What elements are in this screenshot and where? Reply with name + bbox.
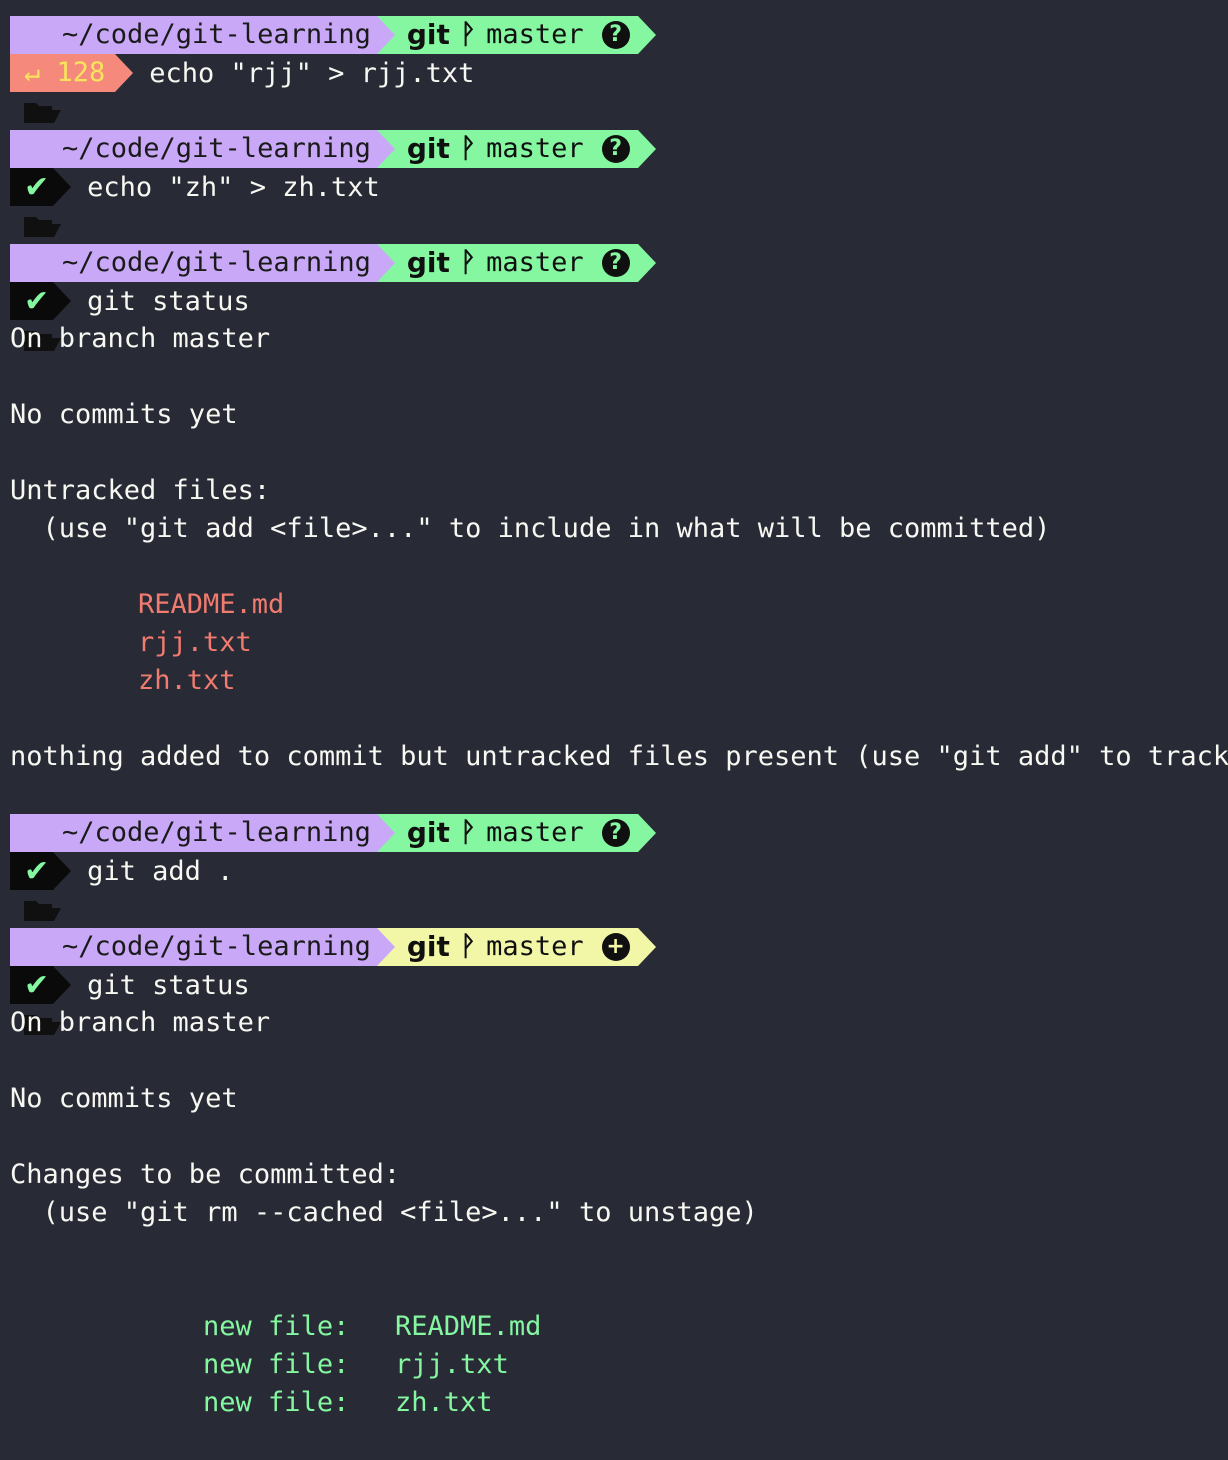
output-line: (use "git add <file>..." to include in w…	[10, 513, 1051, 544]
output-line: No commits yet	[10, 399, 238, 430]
git-label: git	[406, 930, 450, 963]
path-label: ~/code/git-learning	[62, 817, 371, 848]
segment-separator	[376, 244, 395, 282]
git-label: git	[406, 816, 450, 849]
git-label: git	[406, 246, 450, 279]
output-line: On branch master	[10, 323, 271, 354]
folder-open-icon	[22, 251, 62, 351]
command-line: ✔ git add .	[0, 852, 1228, 890]
output-line: (use "git rm --cached <file>..." to unst…	[10, 1197, 758, 1228]
segment-separator	[376, 928, 395, 966]
command-line: ↵ 128 echo "rjj" > rjj.txt	[0, 54, 1228, 92]
staged-file-row: new file: zh.txt	[0, 1346, 1228, 1418]
segment-separator	[637, 814, 656, 852]
path-segment: ~/code/git-learning	[10, 130, 377, 237]
command-text: echo "rjj" > rjj.txt	[149, 57, 475, 89]
command-line: ✔ echo "zh" > zh.txt	[0, 168, 1228, 206]
branch-label: master	[486, 931, 584, 962]
segment-separator	[376, 16, 395, 54]
folder-open-icon	[22, 23, 62, 123]
prompt-line: ~/code/git-learning git ᚹ master ?	[0, 814, 1228, 921]
untracked-file: README.md	[138, 589, 285, 620]
branch-icon: ᚹ	[459, 133, 477, 164]
branch-icon: ᚹ	[459, 247, 477, 278]
terminal-window[interactable]: ~/code/git-learning git ᚹ master ? ↵ 128…	[0, 0, 1228, 1418]
branch-label: master	[486, 19, 584, 50]
path-label: ~/code/git-learning	[62, 931, 371, 962]
output-line: nothing added to commit but untracked fi…	[10, 741, 1228, 772]
folder-open-icon	[22, 821, 62, 921]
segment-separator	[376, 130, 395, 168]
path-segment: ~/code/git-learning	[10, 16, 377, 123]
folder-open-icon	[22, 137, 62, 237]
git-segment: git ᚹ master ?	[394, 814, 638, 852]
path-segment: ~/code/git-learning	[10, 814, 377, 921]
git-label: git	[406, 132, 450, 165]
output-line: On branch master	[10, 1007, 271, 1038]
staged-file-row: new file: README.md	[0, 1270, 1228, 1342]
segment-separator	[376, 814, 395, 852]
git-segment: git ᚹ master +	[394, 928, 638, 966]
path-label: ~/code/git-learning	[62, 247, 371, 278]
branch-label: master	[486, 247, 584, 278]
path-segment: ~/code/git-learning	[10, 244, 377, 351]
question-circle-icon: ?	[601, 249, 630, 277]
segment-separator	[637, 244, 656, 282]
git-label: git	[406, 18, 450, 51]
prompt-line: ~/code/git-learning git ᚹ master +	[0, 928, 1228, 1035]
branch-icon: ᚹ	[459, 817, 477, 848]
git-segment: git ᚹ master ?	[394, 130, 638, 168]
output-line: No commits yet	[10, 1083, 238, 1114]
path-segment: ~/code/git-learning	[10, 928, 377, 1035]
segment-separator	[637, 130, 656, 168]
branch-label: master	[486, 817, 584, 848]
prompt-line: ~/code/git-learning git ᚹ master ?	[0, 16, 1228, 123]
folder-open-icon	[22, 935, 62, 1035]
command-line: ✔ git status	[0, 966, 1228, 1004]
command-line: ✔ git status	[0, 282, 1228, 320]
plus-circle-icon: +	[601, 933, 630, 961]
question-circle-icon: ?	[601, 819, 630, 847]
segment-separator	[637, 928, 656, 966]
staged-file-row: new file: rjj.txt	[0, 1308, 1228, 1380]
path-label: ~/code/git-learning	[62, 133, 371, 164]
prompt-line: ~/code/git-learning git ᚹ master ?	[0, 130, 1228, 237]
question-circle-icon: ?	[601, 21, 630, 49]
untracked-file: rjj.txt	[138, 627, 252, 658]
branch-icon: ᚹ	[459, 19, 477, 50]
branch-icon: ᚹ	[459, 931, 477, 962]
output-line: Changes to be committed:	[10, 1159, 401, 1190]
staged-label: new file:	[203, 1387, 350, 1418]
untracked-file: zh.txt	[138, 665, 236, 696]
question-circle-icon: ?	[601, 135, 630, 163]
segment-separator	[637, 16, 656, 54]
prompt-line: ~/code/git-learning git ᚹ master ?	[0, 244, 1228, 351]
git-segment: git ᚹ master ?	[394, 16, 638, 54]
branch-label: master	[486, 133, 584, 164]
git-segment: git ᚹ master ?	[394, 244, 638, 282]
output-line: Untracked files:	[10, 475, 271, 506]
path-label: ~/code/git-learning	[62, 19, 371, 50]
